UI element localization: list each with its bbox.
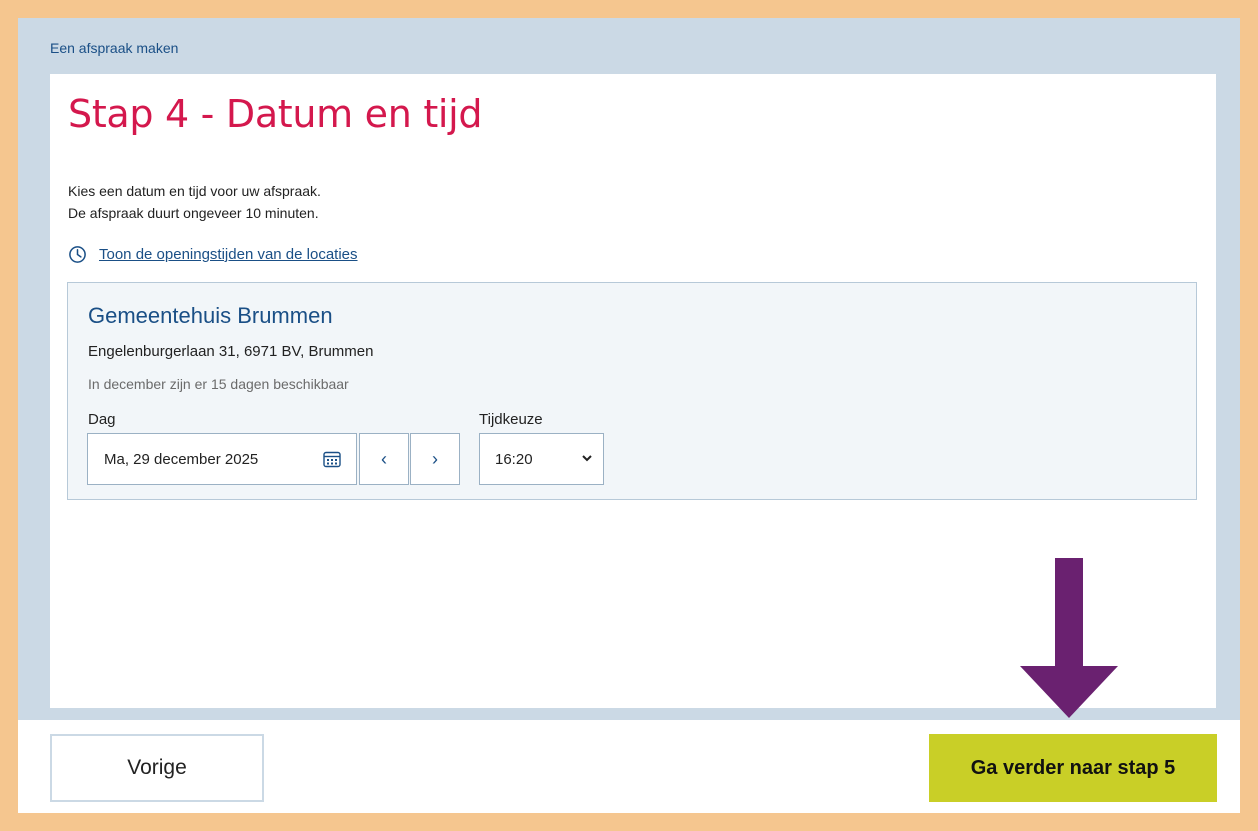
date-picker-field[interactable]: Ma, 29 december 2025 — [87, 433, 357, 485]
page-title: Stap 4 - Datum en tijd — [68, 92, 483, 136]
arrow-down-icon — [1020, 558, 1118, 718]
location-name: Gemeentehuis Brummen — [88, 303, 333, 328]
date-value[interactable]: Ma, 29 december 2025 — [104, 451, 258, 468]
opening-hours-link[interactable]: Toon de openingstijden van de locaties — [68, 245, 358, 264]
app-frame: Een afspraak maken Stap 4 - Datum en tij… — [18, 18, 1240, 813]
day-label: Dag — [88, 411, 116, 428]
next-day-button[interactable]: › — [410, 433, 460, 485]
next-step-button[interactable]: Ga verder naar stap 5 — [929, 734, 1217, 802]
calendar-icon[interactable] — [322, 449, 342, 469]
chevron-left-icon: ‹ — [381, 448, 387, 469]
location-address: Engelenburgerlaan 31, 6971 BV, Brummen — [88, 343, 374, 360]
opening-hours-label[interactable]: Toon de openingstijden van de locaties — [99, 246, 358, 263]
breadcrumb[interactable]: Een afspraak maken — [50, 40, 178, 56]
intro-text: Kies een datum en tijd voor uw afspraak.… — [68, 180, 321, 224]
availability-text: In december zijn er 15 dagen beschikbaar — [88, 376, 349, 392]
chevron-down-icon — [582, 455, 592, 462]
previous-day-button[interactable]: ‹ — [359, 433, 409, 485]
time-value[interactable]: 16:20 — [495, 451, 533, 468]
previous-button[interactable]: Vorige — [50, 734, 264, 802]
time-label: Tijdkeuze — [479, 411, 543, 428]
intro-line-2: De afspraak duurt ongeveer 10 minuten. — [68, 205, 319, 221]
intro-line-1: Kies een datum en tijd voor uw afspraak. — [68, 183, 321, 199]
time-select[interactable]: 16:20 — [479, 433, 604, 485]
location-card: Gemeentehuis Brummen Engelenburgerlaan 3… — [67, 282, 1197, 500]
chevron-right-icon: › — [432, 448, 438, 469]
clock-icon — [69, 246, 86, 263]
